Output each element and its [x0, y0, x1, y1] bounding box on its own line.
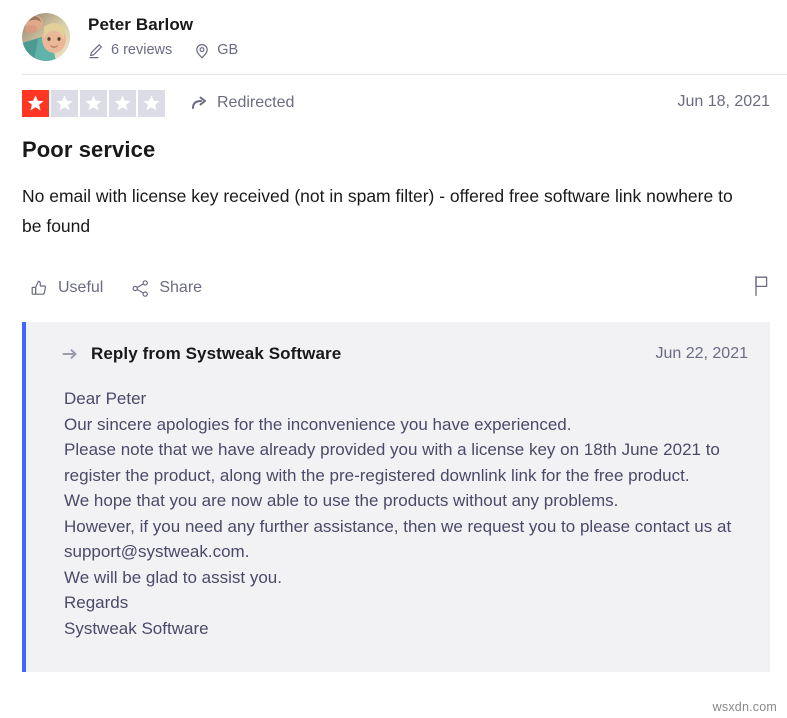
share-label: Share — [159, 279, 203, 296]
reply-line: Our sincere apologies for the inconvenie… — [64, 414, 572, 434]
review-actions: Useful Share — [30, 275, 787, 301]
reply-line: We will be glad to assist you. — [64, 567, 282, 587]
flag-icon — [752, 275, 771, 302]
reply-arrow-icon — [62, 347, 79, 361]
reply-title: Reply from Systweak Software — [91, 344, 342, 363]
review-title[interactable]: Poor service — [22, 137, 787, 163]
review-body: No email with license key received (not … — [22, 186, 733, 236]
review-date: Jun 18, 2021 — [677, 93, 770, 110]
star-5-empty — [138, 89, 165, 117]
pencil-icon — [88, 43, 104, 59]
watermark: wsxdn.com — [712, 700, 777, 714]
consumer-meta: 6 reviews GB — [88, 42, 260, 59]
reply-line: Dear Peter — [64, 389, 147, 408]
star-rating[interactable] — [22, 89, 167, 117]
avatar[interactable] — [22, 13, 70, 61]
reply-line: Regards — [64, 593, 129, 612]
star-1-filled — [22, 89, 49, 117]
reply-date: Jun 22, 2021 — [655, 345, 748, 362]
reply-line: Please note that we have already provide… — [64, 440, 720, 485]
redirected-label: Redirected — [217, 94, 295, 111]
useful-label: Useful — [58, 279, 104, 296]
star-2-empty — [51, 89, 78, 117]
reply-line: We hope that you are now able to use the… — [64, 491, 619, 510]
thumbs-up-icon — [30, 279, 49, 298]
star-3-empty — [80, 89, 107, 117]
reply-line: However, if you need any further assista… — [64, 516, 732, 562]
location-pin-icon — [194, 43, 210, 59]
reply-line: Systweak Software — [64, 618, 209, 638]
consumer-reviews-label: 6 reviews — [111, 42, 173, 58]
star-4-empty — [109, 89, 136, 117]
consumer-name[interactable]: Peter Barlow — [88, 15, 260, 35]
consumer-header: Peter Barlow 6 reviews GB — [0, 0, 787, 62]
share-icon — [131, 279, 150, 298]
consumer-reviews-count: 6 reviews — [88, 42, 172, 59]
reply-header: Reply from Systweak Software Jun 22, 202… — [62, 344, 748, 364]
rating-row: Redirected Jun 18, 2021 — [0, 75, 787, 117]
redirected-badge: Redirected — [191, 94, 294, 112]
report-button[interactable] — [752, 275, 771, 302]
company-reply: Reply from Systweak Software Jun 22, 202… — [22, 322, 770, 672]
useful-button[interactable]: Useful — [30, 279, 103, 298]
consumer-info: Peter Barlow 6 reviews GB — [88, 15, 260, 59]
redirect-arrow-icon — [191, 94, 209, 112]
consumer-country-label: GB — [217, 42, 239, 58]
consumer-country: GB — [194, 42, 238, 59]
review-card: Peter Barlow 6 reviews GB Redirected Jun… — [0, 0, 787, 718]
reply-body: Dear Peter Our sincere apologies for the… — [64, 386, 748, 641]
share-button[interactable]: Share — [131, 279, 202, 298]
